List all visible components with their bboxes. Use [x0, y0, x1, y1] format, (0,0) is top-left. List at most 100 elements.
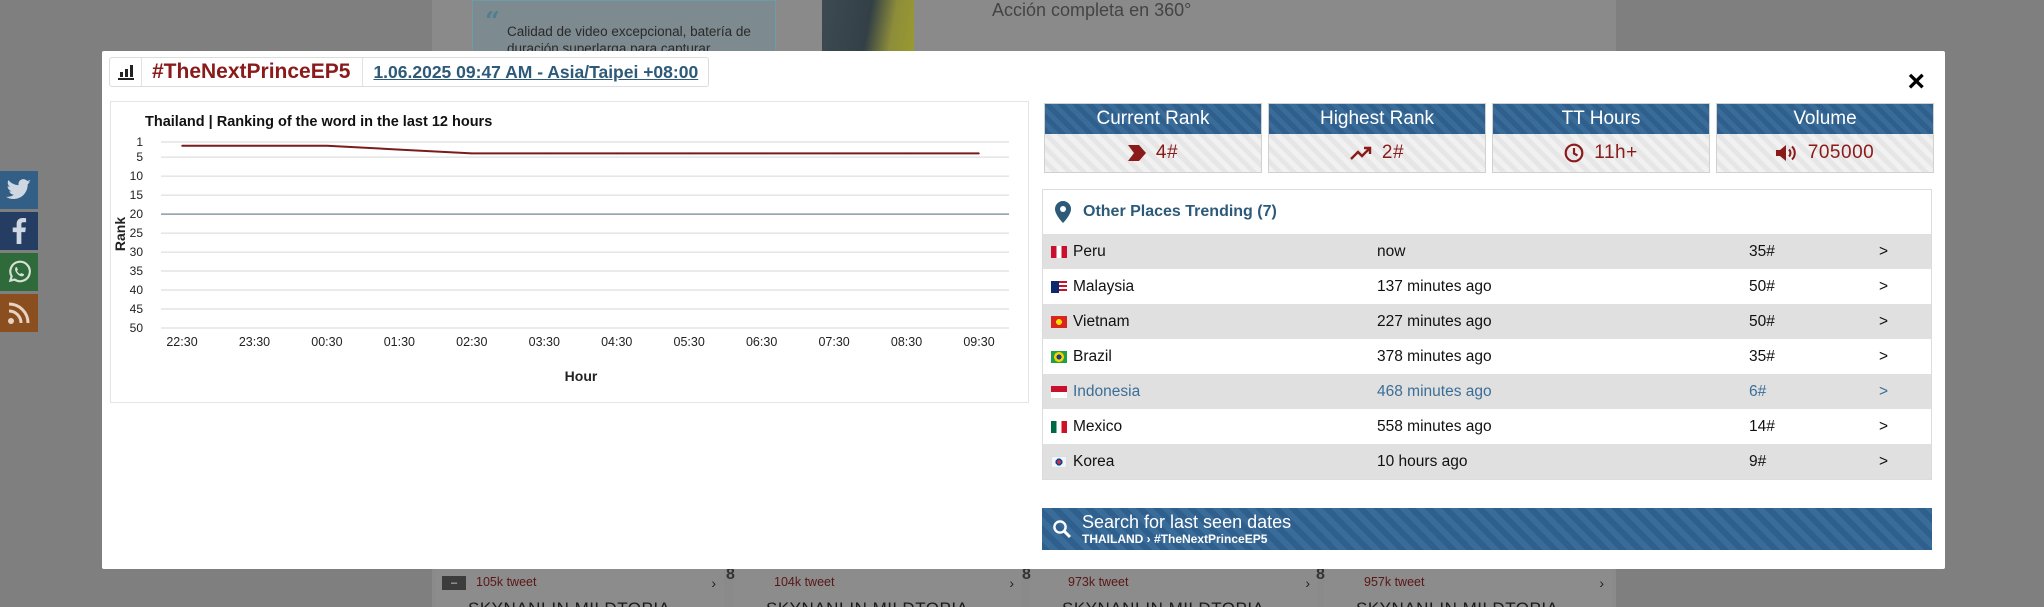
- search-title: Search for last seen dates: [1082, 512, 1292, 532]
- y-tick-label: 45: [130, 302, 144, 316]
- place-row-peru[interactable]: Peru now 35# >: [1043, 234, 1931, 269]
- chevron-right-icon: ›: [711, 575, 716, 591]
- place-go-link[interactable]: >: [1879, 418, 1919, 436]
- chevron-right-icon: ›: [1009, 575, 1014, 591]
- background-card[interactable]: 8 957k tweet › SKYNANI IN MILDTOPIA: [1316, 565, 1612, 607]
- modal-header: #TheNextPrinceEP5 1.06.2025 09:47 AM - A…: [109, 57, 710, 87]
- other-places-title: Other Places Trending (7): [1083, 203, 1277, 220]
- card-tweet-count: 104k tweet: [774, 575, 835, 589]
- y-tick-label: 40: [130, 283, 144, 297]
- map-pin-icon: [1055, 201, 1071, 223]
- y-tick-label: 25: [130, 226, 144, 240]
- rank-data-point: [543, 152, 546, 155]
- rss-feed-button[interactable]: [0, 294, 38, 332]
- place-row-vietnam[interactable]: Vietnam 227 minutes ago 50# >: [1043, 304, 1931, 339]
- place-country: Brazil: [1073, 347, 1112, 365]
- stat-title: Current Rank: [1045, 104, 1261, 134]
- brazil-flag-icon: [1051, 350, 1067, 363]
- korea-flag-icon: [1051, 455, 1067, 468]
- volume-stat: Volume 705000: [1716, 103, 1934, 173]
- rank-data-point: [833, 152, 835, 155]
- quote-icon: “: [485, 7, 500, 37]
- facebook-share-button[interactable]: [0, 212, 38, 250]
- rss-icon: [8, 302, 30, 324]
- background-card[interactable]: 8 104k tweet › SKYNANI IN MILDTOPIA: [726, 565, 1022, 607]
- stat-value-row: 4#: [1045, 134, 1261, 172]
- x-tick-label: 05:30: [674, 335, 705, 349]
- place-row-malaysia[interactable]: Malaysia 137 minutes ago 50# >: [1043, 269, 1931, 304]
- place-go-link[interactable]: >: [1879, 278, 1919, 296]
- place-row-mexico[interactable]: Mexico 558 minutes ago 14# >: [1043, 409, 1931, 444]
- card-title: SKYNANI IN MILDTOPIA: [1062, 599, 1264, 607]
- last-seen-search-button[interactable]: Search for last seen dates THAILAND › #T…: [1042, 508, 1932, 550]
- stat-value-row: 705000: [1717, 134, 1933, 172]
- place-rank: 50#: [1749, 312, 1775, 330]
- y-tick-label: 5: [136, 150, 143, 164]
- bar-chart-icon: [110, 58, 142, 86]
- rank-data-point: [688, 152, 690, 155]
- whatsapp-share-button[interactable]: [0, 253, 38, 291]
- place-time: 468 minutes ago: [1377, 382, 1492, 400]
- x-tick-label: 08:30: [891, 335, 922, 349]
- place-go-link[interactable]: >: [1879, 243, 1919, 261]
- x-axis-label: Hour: [565, 368, 598, 384]
- stat-value: 705000: [1807, 142, 1875, 163]
- x-tick-label: 23:30: [239, 335, 270, 349]
- stat-value-row: 2#: [1269, 134, 1485, 172]
- card-tweet-count: 105k tweet: [476, 575, 537, 589]
- rank-chart-panel: Thailand | Ranking of the word in the la…: [110, 101, 1029, 403]
- background-card[interactable]: 8 973k tweet › SKYNANI IN MILDTOPIA: [1022, 565, 1318, 607]
- rank-data-point: [181, 144, 183, 147]
- x-tick-label: 02:30: [456, 335, 487, 349]
- y-tick-label: 50: [130, 321, 144, 335]
- place-row-korea[interactable]: Korea 10 hours ago 9# >: [1043, 444, 1931, 479]
- minus-icon: –: [442, 576, 466, 590]
- place-country: Korea: [1073, 452, 1115, 470]
- place-go-link[interactable]: >: [1879, 453, 1919, 471]
- indonesia-flag-icon: [1051, 385, 1067, 398]
- place-row-brazil[interactable]: Brazil 378 minutes ago 35# >: [1043, 339, 1931, 374]
- datetime-link[interactable]: 1.06.2025 09:47 AM - Asia/Taipei +08:00: [363, 58, 708, 86]
- y-tick-label: 1: [136, 135, 143, 149]
- rank-data-point: [905, 152, 908, 155]
- place-go-link[interactable]: >: [1879, 313, 1919, 331]
- malaysia-flag-icon: [1051, 280, 1067, 293]
- highest-rank-stat: Highest Rank 2#: [1268, 103, 1486, 173]
- card-title: SKYNANI IN MILDTOPIA: [468, 599, 670, 607]
- place-go-link[interactable]: >: [1879, 348, 1919, 366]
- place-rank: 35#: [1749, 242, 1775, 260]
- background-card[interactable]: – 105k tweet › SKYNANI IN MILDTOPIA: [436, 565, 724, 607]
- search-icon: [1042, 519, 1082, 539]
- chevron-icon: [1127, 145, 1146, 161]
- rank-data-point: [326, 144, 328, 147]
- stat-value: 4#: [1155, 142, 1179, 163]
- chevron-right-icon: ›: [1599, 575, 1604, 591]
- close-button[interactable]: ×: [1907, 67, 1925, 97]
- place-time: 227 minutes ago: [1377, 312, 1492, 330]
- chevron-right-icon: ›: [1305, 575, 1310, 591]
- stat-value-row: 11h+: [1493, 134, 1709, 172]
- trend-up-icon: [1350, 146, 1372, 160]
- rank-data-point: [253, 144, 256, 147]
- place-time: 558 minutes ago: [1377, 417, 1492, 435]
- search-breadcrumb: THAILAND › #TheNextPrinceEP5: [1082, 532, 1268, 546]
- place-rank: 9#: [1749, 452, 1767, 470]
- x-tick-label: 03:30: [529, 335, 560, 349]
- twitter-icon: [6, 179, 31, 199]
- place-row-indonesia[interactable]: Indonesia 468 minutes ago 6# >: [1043, 374, 1931, 409]
- trend-detail-modal: #TheNextPrinceEP5 1.06.2025 09:47 AM - A…: [102, 51, 1945, 569]
- tt-hours-stat: TT Hours 11h+: [1492, 103, 1710, 173]
- background-product-image: [822, 0, 914, 52]
- place-rank: 50#: [1749, 277, 1775, 295]
- place-rank: 6#: [1749, 382, 1767, 400]
- card-title: SKYNANI IN MILDTOPIA: [766, 599, 968, 607]
- x-tick-label: 01:30: [384, 335, 415, 349]
- whatsapp-icon: [8, 260, 31, 283]
- rank-data-point: [615, 152, 618, 155]
- place-go-link[interactable]: >: [1879, 383, 1919, 401]
- place-time: 10 hours ago: [1377, 452, 1468, 470]
- twitter-share-button[interactable]: [0, 171, 38, 209]
- mexico-flag-icon: [1051, 420, 1067, 433]
- place-country: Indonesia: [1073, 382, 1141, 400]
- y-axis-label: Rank: [112, 217, 128, 251]
